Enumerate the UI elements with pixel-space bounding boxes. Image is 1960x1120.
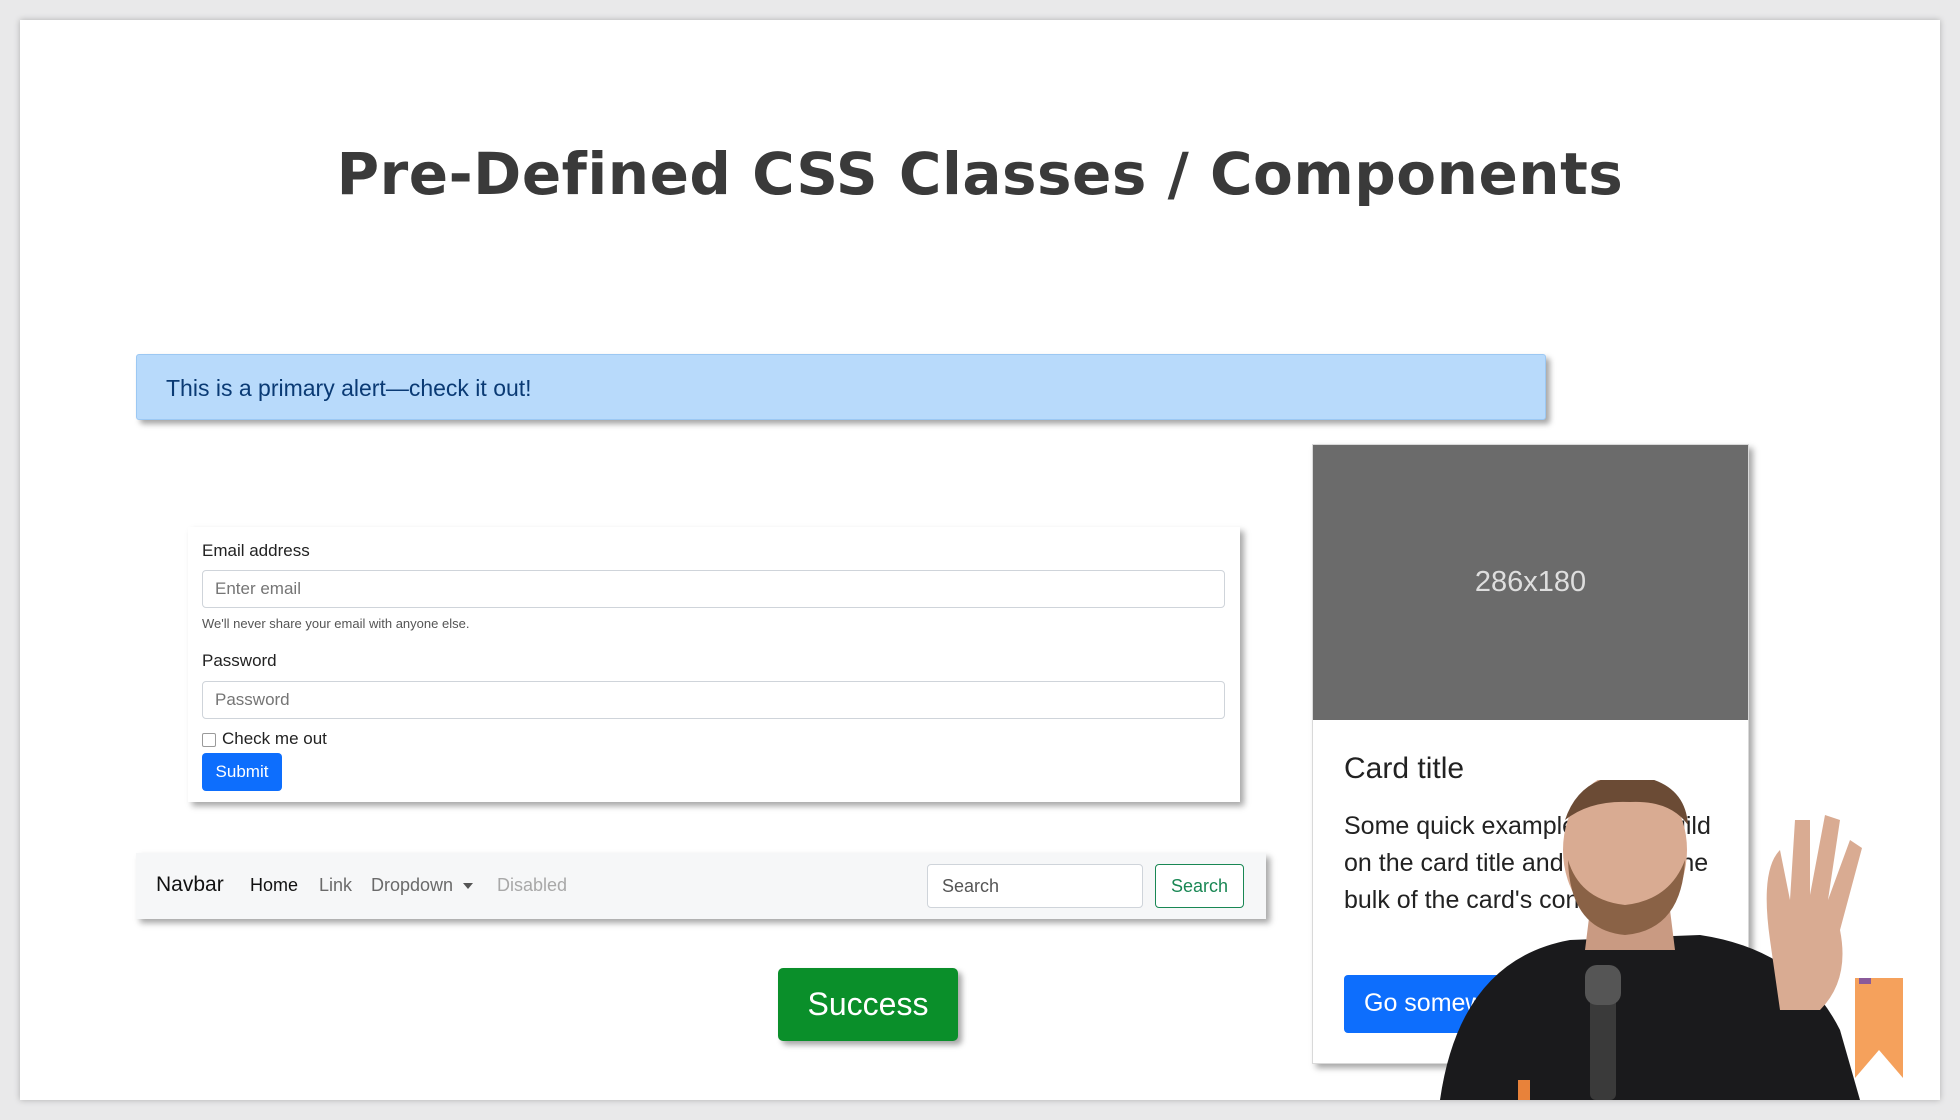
nav-item-disabled: Disabled (497, 875, 568, 895)
navbar: Navbar Home Link Dropdown Disabled Searc… (136, 853, 1266, 919)
email-help-text: We'll never share your email with anyone… (202, 616, 470, 631)
login-form: Email address We'll never share your ema… (188, 527, 1240, 802)
password-label: Password (202, 651, 277, 670)
slide-title: Pre-Defined CSS Classes / Components (336, 140, 1624, 208)
email-label: Email address (202, 541, 310, 560)
navbar-search-button[interactable]: Search (1155, 864, 1244, 908)
submit-button[interactable]: Submit (202, 753, 282, 791)
navbar-brand[interactable]: Navbar (156, 873, 224, 897)
card: 286x180 Card title Some quick example te… (1312, 444, 1749, 1064)
slide: Pre-Defined CSS Classes / Components Thi… (20, 20, 1940, 1100)
primary-alert: This is a primary alert—check it out! (136, 354, 1546, 420)
navbar-search-input[interactable]: Search (927, 864, 1143, 908)
check-me-out-checkbox[interactable] (202, 733, 216, 747)
card-button[interactable]: Go somewhere (1344, 975, 1514, 1033)
checkbox-label: Check me out (222, 729, 327, 748)
dropdown-label: Dropdown (371, 875, 454, 895)
nav-item-dropdown[interactable]: Dropdown (371, 875, 474, 896)
nav-item-link[interactable]: Link (319, 875, 352, 896)
password-field[interactable] (202, 681, 1225, 719)
success-button[interactable]: Success (778, 968, 958, 1041)
bookmark-logo-icon (1855, 978, 1903, 1078)
card-title: Card title (1344, 752, 1465, 785)
card-image-placeholder: 286x180 (1313, 445, 1748, 720)
caret-down-icon (463, 883, 474, 890)
nav-item-home[interactable]: Home (250, 875, 298, 896)
card-text: Some quick example text to build on the … (1344, 812, 1711, 914)
email-field[interactable] (202, 570, 1225, 608)
